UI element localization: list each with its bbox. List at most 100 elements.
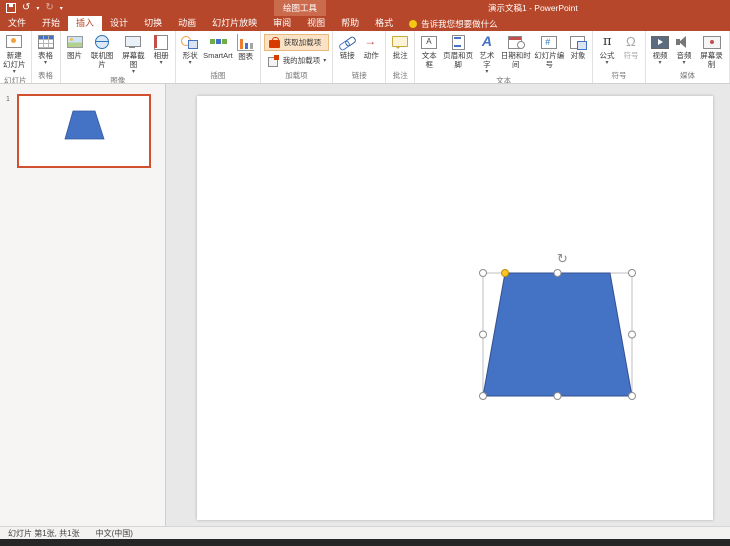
dropdown-arrow-icon: ▾ (44, 60, 47, 66)
taskbar-edge (0, 539, 730, 546)
tell-me-box[interactable]: 告诉我您想要做什么 (401, 16, 506, 31)
symbol-button: 符号 (619, 32, 643, 60)
textbox-button[interactable]: 文本框 (417, 32, 441, 69)
dropdown-arrow-icon: ▾ (160, 60, 163, 66)
selection-handle-bottom-left[interactable] (480, 393, 487, 400)
tab-view[interactable]: 视图 (299, 16, 333, 31)
button-label: 表格 (38, 51, 53, 60)
group-label-illustrations: 插图 (178, 70, 258, 83)
link-button[interactable]: 链接 (335, 32, 359, 60)
selection-handle-top-left[interactable] (480, 270, 487, 277)
button-label: 链接 (340, 51, 355, 60)
group-label-comments: 批注 (388, 70, 412, 83)
store-icon (268, 36, 281, 49)
video-button[interactable]: 视频 ▾ (648, 32, 672, 66)
button-label: 我的加载项 (283, 55, 321, 66)
get-addins-button[interactable]: 获取加载项 (264, 34, 330, 51)
wordart-button[interactable]: 艺术字 ▾ (475, 32, 499, 75)
button-label: 音频 (677, 51, 692, 60)
trapezoid-shape[interactable] (483, 273, 632, 396)
save-icon[interactable] (6, 3, 16, 13)
audio-icon (674, 34, 694, 50)
screen-recording-button[interactable]: 屏幕录制 (696, 32, 727, 69)
selection-handle-top[interactable] (554, 270, 561, 277)
button-label: 公式 (600, 51, 615, 60)
table-button[interactable]: 表格 ▾ (34, 32, 58, 66)
photo-album-button[interactable]: 相册 ▾ (149, 32, 173, 66)
date-time-icon (506, 34, 526, 50)
button-label: 文本框 (418, 51, 440, 69)
button-label: 形状 (183, 51, 198, 60)
powerpoint-window: ↺ ▾ ↻ ▾ 绘图工具 演示文稿1 - PowerPoint 文件 开始 插入… (0, 0, 730, 546)
new-slide-button[interactable]: 新建 幻灯片 ▾ (2, 32, 27, 75)
tab-animations[interactable]: 动画 (170, 16, 204, 31)
object-button[interactable]: 对象 (566, 32, 590, 60)
comment-button[interactable]: 批注 (388, 32, 412, 60)
date-time-button[interactable]: 日期和时间 (499, 32, 533, 69)
wordart-icon (477, 34, 497, 50)
selection-handle-right[interactable] (629, 331, 636, 338)
tab-file[interactable]: 文件 (0, 16, 34, 31)
button-label: 页眉和页脚 (442, 51, 474, 69)
redo-icon[interactable]: ↻ (45, 3, 53, 13)
online-pictures-button[interactable]: 联机图片 (87, 32, 118, 69)
rotation-handle-icon[interactable]: ↻ (557, 251, 568, 266)
selection-handle-top-right[interactable] (629, 270, 636, 277)
shape-adjust-handle[interactable] (502, 270, 509, 277)
slide-number-button[interactable]: 幻灯片编号 (532, 32, 566, 69)
selection-handle-bottom[interactable] (554, 393, 561, 400)
undo-dropdown-icon[interactable]: ▾ (36, 5, 39, 12)
tab-review[interactable]: 审阅 (265, 16, 299, 31)
ribbon-group-addins: 获取加载项 我的加载项 ▾ 加载项 (261, 31, 334, 83)
header-footer-button[interactable]: 页眉和页脚 (441, 32, 475, 69)
tab-transitions[interactable]: 切换 (136, 16, 170, 31)
undo-icon[interactable]: ↺ (22, 3, 30, 13)
tab-design[interactable]: 设计 (102, 16, 136, 31)
group-label-images: 图像 (63, 75, 174, 84)
my-addins-button[interactable]: 我的加载项 ▾ (264, 53, 330, 68)
my-addins-icon (267, 54, 280, 67)
slide[interactable]: ↻ (197, 96, 713, 520)
slide-thumbnail[interactable] (17, 94, 151, 168)
audio-button[interactable]: 音频 ▾ (672, 32, 696, 66)
button-label: 对象 (570, 51, 585, 60)
tab-slideshow[interactable]: 幻灯片放映 (204, 16, 265, 31)
status-bar: 幻灯片 第1张, 共1张 中文(中国) (0, 526, 730, 539)
equation-button[interactable]: 公式 ▾ (595, 32, 619, 66)
button-label: 幻灯片 (3, 60, 26, 69)
selected-shape-container: ↻ (473, 247, 653, 412)
link-icon (337, 34, 357, 50)
ribbon-group-illustrations: 形状 ▾ SmartArt 图表 插图 (176, 31, 261, 83)
tab-insert[interactable]: 插入 (68, 16, 102, 31)
table-icon (36, 34, 56, 50)
qat-customize-icon[interactable]: ▾ (60, 5, 63, 12)
button-label: 符号 (624, 51, 639, 60)
screenshot-button[interactable]: 屏幕截图 ▾ (118, 32, 149, 75)
button-label: 艺术字 (476, 51, 498, 69)
ribbon-group-symbols: 公式 ▾ 符号 符号 (593, 31, 646, 83)
tab-format[interactable]: 格式 (367, 16, 401, 31)
thumbnail-trapezoid (19, 96, 149, 166)
button-label: 图表 (238, 52, 253, 61)
chart-button[interactable]: 图表 (234, 32, 258, 61)
shapes-button[interactable]: 形状 ▾ (178, 32, 202, 66)
lightbulb-icon (409, 20, 417, 28)
slide-canvas-area[interactable]: ↻ (166, 84, 730, 526)
group-label-links: 链接 (335, 70, 383, 83)
group-label-media: 媒体 (648, 70, 727, 83)
slide-thumbnail-panel: 1 (0, 84, 166, 526)
selection-handle-bottom-right[interactable] (629, 393, 636, 400)
smartart-button[interactable]: SmartArt (202, 32, 234, 60)
tab-help[interactable]: 帮助 (333, 16, 367, 31)
pictures-button[interactable]: 图片 (63, 32, 87, 60)
status-language[interactable]: 中文(中国) (96, 528, 133, 539)
button-label: 屏幕截图 (119, 51, 148, 69)
action-button[interactable]: 动作 (359, 32, 383, 60)
smartart-icon (208, 34, 228, 50)
button-label: 图片 (67, 51, 82, 60)
selection-handle-left[interactable] (480, 331, 487, 338)
ribbon-group-slides: 新建 幻灯片 ▾ 幻灯片 (0, 31, 32, 83)
button-label: 屏幕录制 (697, 51, 726, 69)
tab-home[interactable]: 开始 (34, 16, 68, 31)
textbox-icon (419, 34, 439, 50)
